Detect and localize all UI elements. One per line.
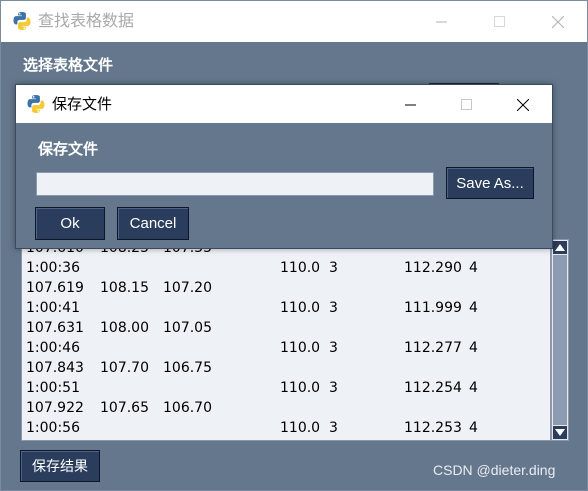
result-cell-a: 107.922 [26,400,84,416]
result-line: 107.631 108.00 107.05 [24,318,544,338]
result-line: 107.619 108.15 107.20 [24,278,544,298]
result-cell-a: 107.843 [26,360,84,376]
result-cell-b: 107.70 [100,360,149,376]
python-logo-icon [13,12,31,30]
cancel-button[interactable]: Cancel [117,207,189,240]
dialog-maximize-button[interactable] [444,85,490,123]
scroll-thumb[interactable] [553,255,567,425]
result-cell-g: 4 [469,260,478,276]
result-cell-a: 1:00:56 [26,420,80,436]
minimize-icon [436,21,447,23]
watermark: CSDN @dieter.ding [433,462,556,478]
result-cell-e: 3 [329,380,338,396]
dialog-title: 保存文件 [52,95,113,113]
result-cell-f: 112.277 [404,340,462,356]
result-cell-g: 4 [469,340,478,356]
result-cell-f: 112.290 [404,260,462,276]
minimize-icon [405,104,416,106]
result-cell-e: 3 [329,420,338,436]
dialog-minimize-button[interactable] [388,85,434,123]
close-icon [552,16,564,28]
result-cell-f: 112.254 [404,380,462,396]
result-cell-c: 107.05 [163,320,212,336]
results-text-area[interactable]: 107.610108.25107.351:00:36110.03112.2904… [21,239,551,441]
result-cell-d: 110.0 [280,340,321,356]
result-cell-b: 107.65 [100,400,149,416]
save-file-dialog: 保存文件 保存文件 Save As... Ok Cancel [15,84,553,249]
dialog-titlebar[interactable]: 保存文件 [16,85,552,123]
ok-button[interactable]: Ok [35,207,105,240]
maximize-icon [494,16,505,27]
result-cell-d: 110.0 [280,380,321,396]
scroll-up-button[interactable] [553,241,567,254]
result-cell-e: 3 [329,300,338,316]
arrow-down-icon [555,429,565,436]
result-cell-e: 3 [329,260,338,276]
result-cell-g: 4 [469,380,478,396]
result-line: 1:00:36 110.0 3 112.290 4 [24,258,544,278]
results-scrollbar[interactable] [551,239,569,441]
save-file-label: 保存文件 [38,140,99,158]
result-cell-f: 112.253 [404,420,462,436]
save-path-input[interactable] [36,172,434,196]
result-cell-g: 4 [469,420,478,436]
result-cell-b: 108.00 [100,320,149,336]
result-cell-c: 107.20 [163,280,212,296]
python-logo-icon [27,95,45,113]
select-file-label: 选择表格文件 [23,56,114,74]
result-cell-a: 1:00:51 [26,380,80,396]
result-cell-d: 110.0 [280,260,321,276]
scroll-down-button[interactable] [553,426,567,439]
result-cell-c: 106.75 [163,360,212,376]
result-cell-a: 1:00:46 [26,340,80,356]
result-cell-a: 107.631 [26,320,84,336]
maximize-icon [461,99,472,110]
result-cell-d: 110.0 [280,300,321,316]
result-cell-b: 108.15 [100,280,149,296]
result-cell-e: 3 [329,340,338,356]
result-cell-d: 110.0 [280,420,321,436]
result-line: 1:00:51 110.0 3 112.254 4 [24,378,544,398]
result-cell-g: 4 [469,300,478,316]
save-as-button[interactable]: Save As... [446,167,534,199]
result-line: 107.922 107.65 106.70 [24,398,544,418]
dialog-close-button[interactable] [500,85,546,123]
main-window-title: 查找表格数据 [38,11,135,30]
result-cell-a: 1:00:41 [26,300,80,316]
result-cell-c: 106.70 [163,400,212,416]
main-close-button[interactable] [535,1,581,42]
result-line: 107.843 107.70 106.75 [24,358,544,378]
result-line: 1:00:41 110.0 3 111.999 4 [24,298,544,318]
main-maximize-button[interactable] [477,1,523,42]
arrow-up-icon [555,244,565,251]
main-titlebar[interactable]: 查找表格数据 [1,1,587,42]
result-cell-a: 1:00:36 [26,260,80,276]
result-line: 1:00:56 110.0 3 112.253 4 [24,418,544,438]
close-icon [517,99,529,111]
save-result-button[interactable]: 保存结果 [20,450,100,482]
result-line: 1:00:46 110.0 3 112.277 4 [24,338,544,358]
main-minimize-button[interactable] [419,1,465,42]
result-cell-a: 107.619 [26,280,84,296]
result-cell-f: 111.999 [404,300,462,316]
